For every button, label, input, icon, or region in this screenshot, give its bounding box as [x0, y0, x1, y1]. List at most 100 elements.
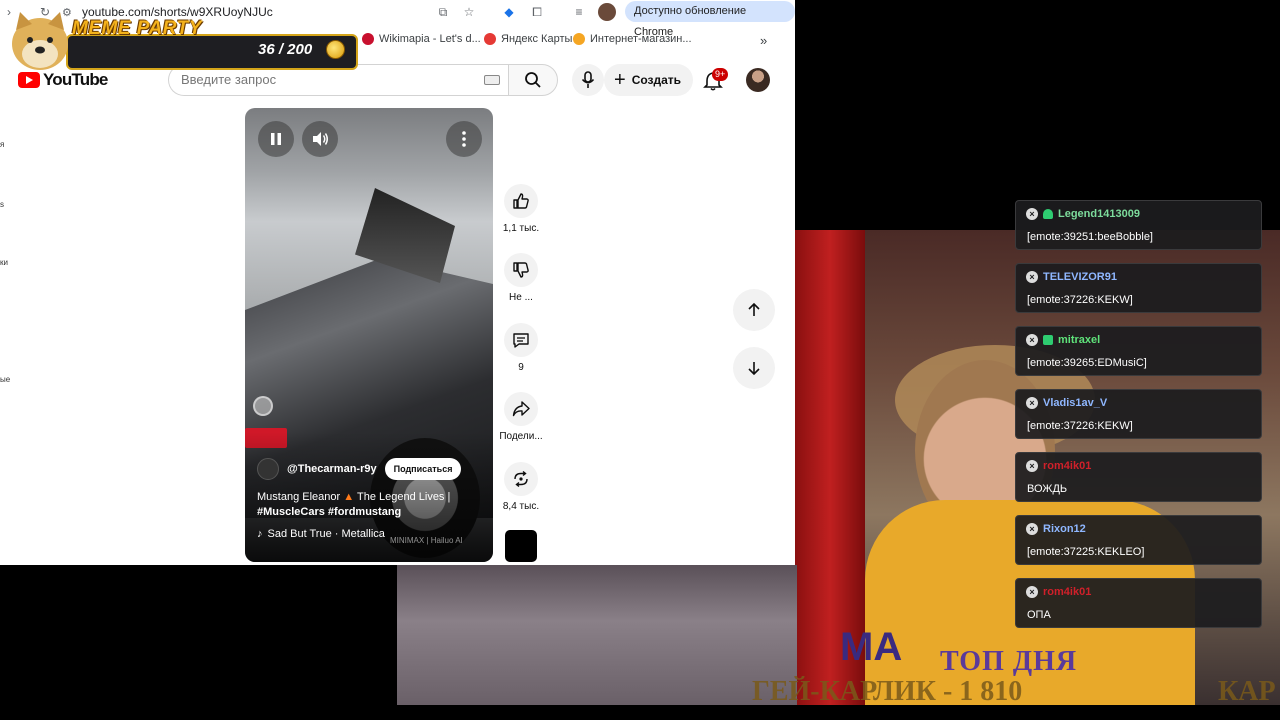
fire-emoji-icon: ▲: [343, 491, 355, 503]
search-icon: [525, 72, 541, 88]
pause-icon: [271, 133, 281, 145]
keyboard-icon[interactable]: [484, 75, 500, 85]
chat-message-text: [emote:37226:KEKW]: [1027, 420, 1133, 432]
chrome-update-button[interactable]: Доступно обновление Chrome: [625, 1, 795, 38]
remix-icon: [514, 470, 528, 488]
shorts-player[interactable]: @Thecarman-r9y Подписаться Mustang Elean…: [245, 108, 493, 562]
bookmark-wikimapia[interactable]: Wikimapia - Let's d...: [362, 33, 481, 45]
remix-action[interactable]: 8,4 тыс.: [496, 462, 546, 512]
pause-button[interactable]: [258, 121, 294, 157]
close-icon[interactable]: ×: [1026, 271, 1038, 283]
sidebar-fragment[interactable]: ые: [0, 375, 10, 384]
like-action[interactable]: 1,1 тыс.: [496, 184, 546, 234]
install-app-icon[interactable]: ⧉: [434, 3, 452, 21]
top-of-day-label: ТОП ДНЯ: [940, 646, 1078, 677]
youtube-logo[interactable]: YouTube: [18, 70, 108, 90]
bookmark-yandex-maps[interactable]: Яндекс Карты: [484, 33, 572, 45]
bookmark-store[interactable]: Интернет-магазин...: [573, 33, 692, 45]
chat-message: × rom4ik01 ВОЖДЬ: [1015, 452, 1262, 502]
comments-button[interactable]: [504, 323, 538, 357]
previous-short-button[interactable]: [733, 289, 775, 331]
chat-message-header: × mitraxel: [1026, 334, 1100, 346]
chat-username[interactable]: TELEVIZOR91: [1043, 271, 1117, 283]
close-icon[interactable]: ×: [1026, 523, 1038, 535]
search-button[interactable]: [508, 64, 558, 96]
profile-avatar-icon[interactable]: [598, 3, 616, 21]
share-arrow-icon: [512, 401, 530, 417]
comments-action[interactable]: 9: [496, 323, 546, 373]
doge-icon: [12, 12, 68, 70]
volume-button[interactable]: [302, 121, 338, 157]
store-icon: [573, 33, 585, 45]
account-avatar[interactable]: [746, 68, 770, 92]
chat-message-header: × rom4ik01: [1026, 460, 1091, 472]
chat-username[interactable]: Legend1413009: [1058, 208, 1140, 220]
video-frame-badge: [253, 396, 273, 416]
short-title[interactable]: Mustang Eleanor ▲ The Legend Lives | #Mu…: [257, 490, 485, 520]
remix-count: 8,4 тыс.: [502, 501, 540, 512]
share-action[interactable]: Подели...: [496, 392, 546, 442]
chat-message-header: × Rixon12: [1026, 523, 1086, 535]
browser-window: › ↻ ⚙ youtube.com/shorts/w9XRUoyNJUc ⧉ ☆…: [0, 0, 795, 565]
ai-watermark: MINIMAX | Hailuo AI: [390, 536, 463, 545]
share-button[interactable]: [504, 392, 538, 426]
bookmark-star-icon[interactable]: ☆: [460, 3, 478, 21]
bookmarks-overflow-button[interactable]: »: [760, 33, 767, 48]
sidebar-fragment[interactable]: s: [0, 200, 10, 209]
sidebar-fragment[interactable]: ки: [0, 258, 10, 267]
extensions-icon[interactable]: ⧠: [528, 3, 546, 21]
subscribe-button[interactable]: Подписаться: [384, 458, 462, 480]
remix-button[interactable]: [504, 462, 538, 496]
close-icon[interactable]: ×: [1026, 397, 1038, 409]
screen: MA › ↻ ⚙ youtube.com/shorts/w9XRUoyNJUc …: [0, 0, 1280, 720]
comment-icon: [513, 333, 529, 348]
chat-username[interactable]: rom4ik01: [1043, 460, 1091, 472]
chat-message-text: [emote:37226:KEKW]: [1027, 294, 1133, 306]
top-of-day-entry: ГЕЙ-КАРЛИК - 1 810: [752, 676, 1023, 707]
chat-message: × rom4ik01 ОПА: [1015, 578, 1262, 628]
voice-search-button[interactable]: [572, 64, 604, 96]
music-link[interactable]: ♪ Sad But True · Metallica: [257, 528, 385, 540]
short-hashtags[interactable]: #MuscleCars #fordmustang: [257, 506, 401, 518]
sound-thumbnail[interactable]: [505, 530, 537, 562]
dislike-action[interactable]: Не ...: [496, 253, 546, 303]
volume-icon: [313, 132, 328, 146]
chat-message: × Rixon12 [emote:37225:KEKLEO]: [1015, 515, 1262, 565]
coin-icon: [326, 40, 345, 59]
chat-username[interactable]: mitraxel: [1058, 334, 1100, 346]
chat-message-text: ОПА: [1027, 609, 1051, 621]
arrow-up-icon: [748, 302, 760, 316]
chat-message-header: × Vladis1av_V: [1026, 397, 1107, 409]
chat-username[interactable]: Vladis1av_V: [1043, 397, 1107, 409]
create-button[interactable]: + Создать: [604, 64, 694, 96]
meme-party-title: MEME PARTY: [72, 18, 202, 39]
chat-message-text: [emote:37225:KEKLEO]: [1027, 546, 1145, 558]
shield-extension-icon[interactable]: ◆: [500, 3, 518, 21]
chat-message: × Vladis1av_V [emote:37226:KEKW]: [1015, 389, 1262, 439]
more-options-button[interactable]: [446, 121, 482, 157]
notification-count-badge: 9+: [712, 68, 729, 81]
chat-message-text: [emote:39251:beeBobble]: [1027, 231, 1153, 243]
chat-username[interactable]: Rixon12: [1043, 523, 1086, 535]
wikimapia-icon: [362, 33, 374, 45]
close-icon[interactable]: ×: [1026, 460, 1038, 472]
thumbs-up-icon: [513, 193, 529, 209]
media-control-icon[interactable]: ≡: [570, 3, 588, 21]
chat-message-text: ВОЖДЬ: [1027, 483, 1068, 495]
subscriber-badge-icon: [1043, 335, 1053, 345]
music-note-icon: ♪: [257, 528, 263, 540]
sidebar-fragment[interactable]: я: [0, 140, 10, 149]
dislike-button[interactable]: [504, 253, 538, 287]
channel-avatar[interactable]: [257, 458, 279, 480]
thumbs-down-icon: [513, 262, 529, 278]
like-button[interactable]: [504, 184, 538, 218]
meme-party-overlay: MEME PARTY 36 / 200: [6, 10, 358, 70]
chat-username[interactable]: rom4ik01: [1043, 586, 1091, 598]
chat-message-header: × TELEVIZOR91: [1026, 271, 1117, 283]
close-icon[interactable]: ×: [1026, 208, 1038, 220]
close-icon[interactable]: ×: [1026, 334, 1038, 346]
next-short-button[interactable]: [733, 347, 775, 389]
close-icon[interactable]: ×: [1026, 586, 1038, 598]
channel-name[interactable]: @Thecarman-r9y: [287, 463, 377, 475]
plus-icon: +: [614, 69, 626, 91]
